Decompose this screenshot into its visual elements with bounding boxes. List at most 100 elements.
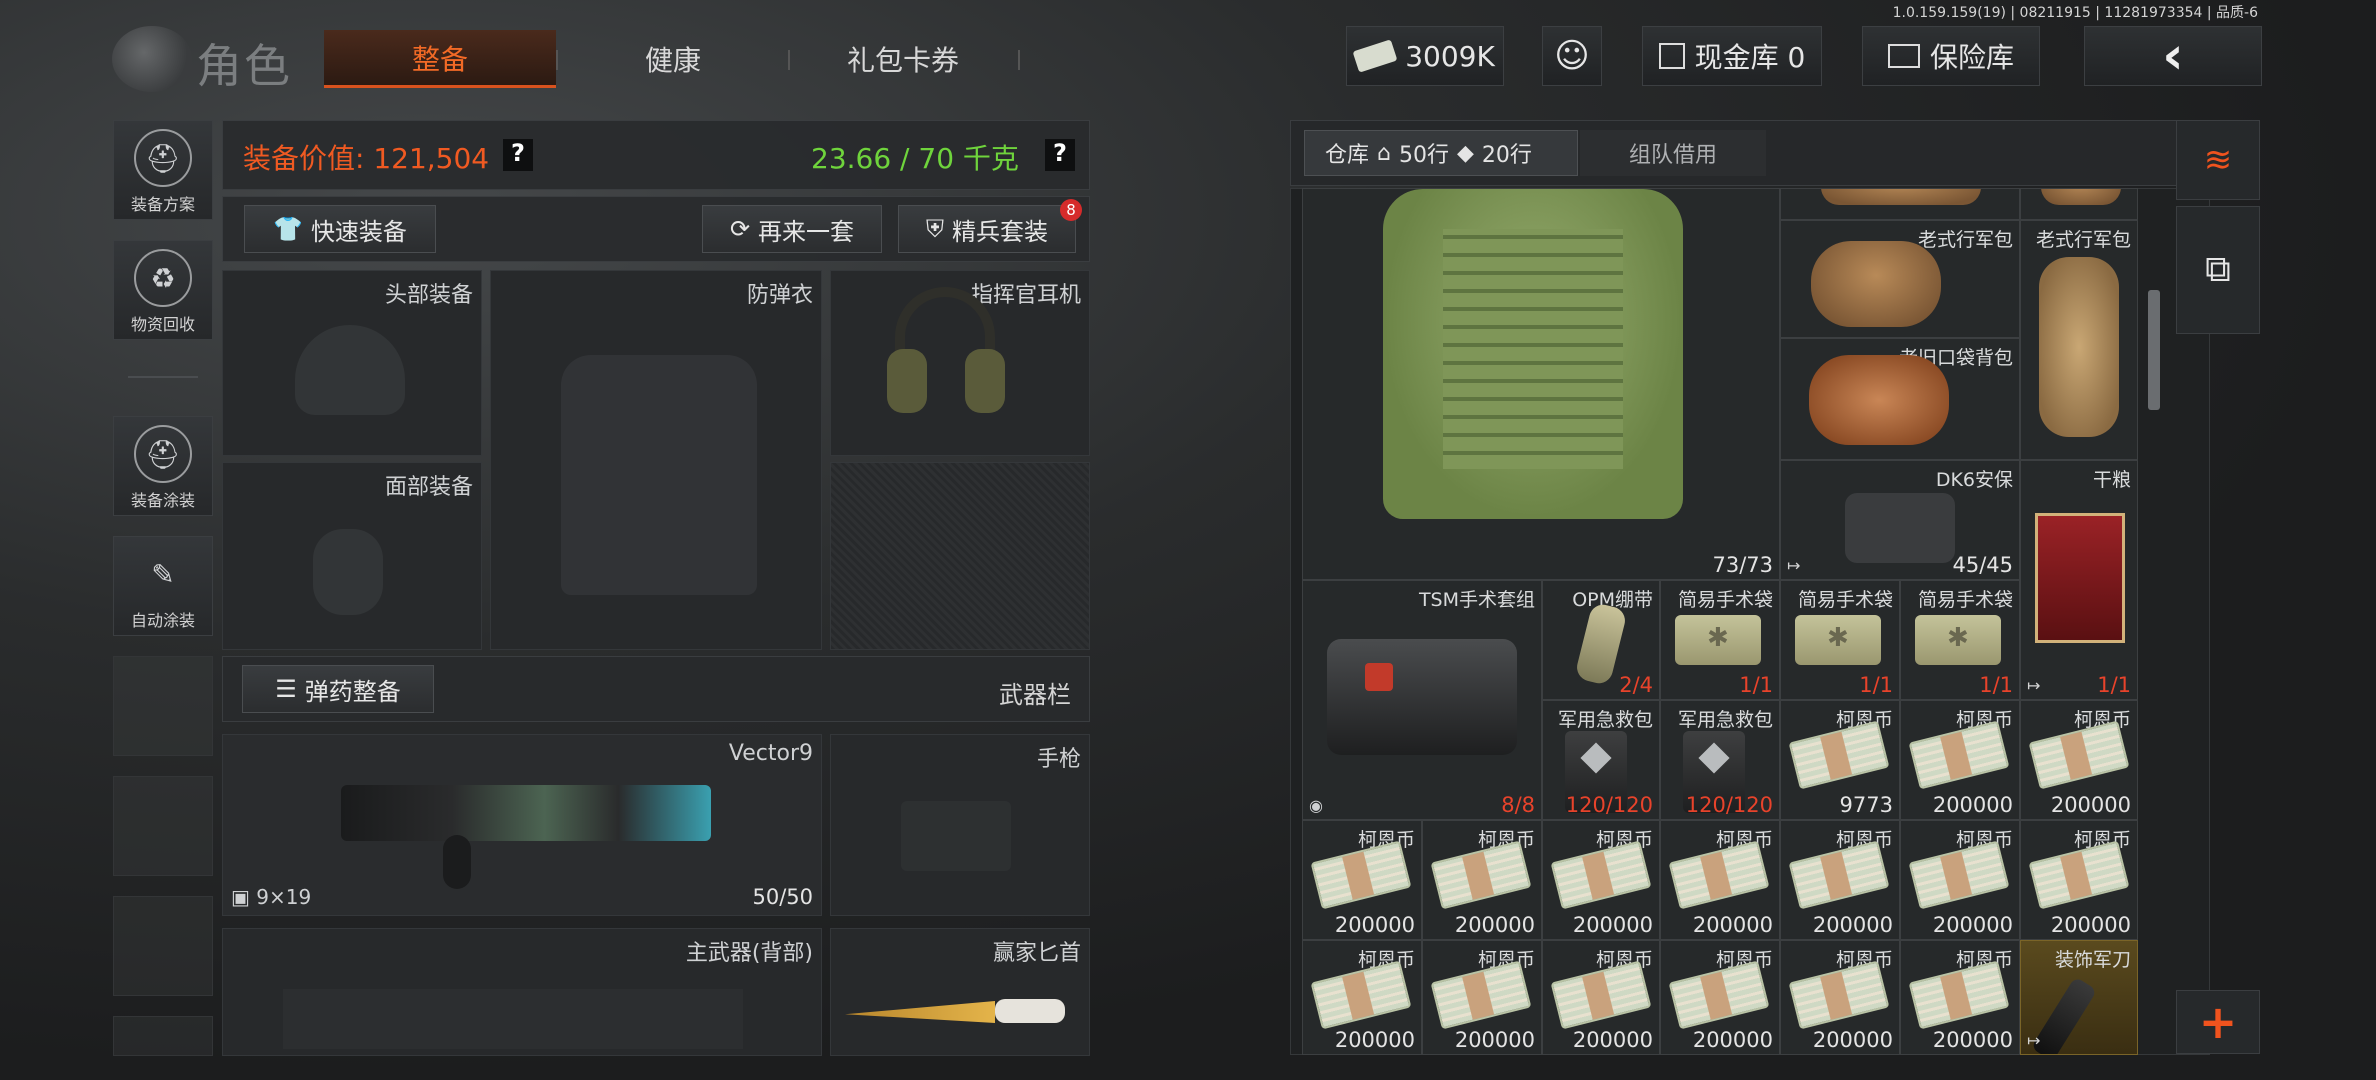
again-button[interactable]: ⟳ 再来一套: [702, 205, 882, 253]
shield-icon: ⛨: [926, 215, 944, 243]
tab-loadout[interactable]: 整备: [324, 30, 556, 88]
stash-scrollbar[interactable]: [2148, 290, 2160, 410]
elite-set-button[interactable]: ⛨ 精兵套装: [898, 205, 1076, 253]
tab-label: 健康: [644, 44, 701, 77]
slot-label: 指挥官耳机: [970, 283, 1081, 308]
helmet-paint-icon: ⛑: [134, 425, 192, 483]
quick-equip-button[interactable]: 👕 快速装备: [244, 205, 436, 253]
waist-pack-icon: [1845, 493, 1955, 563]
home-icon: ⌂: [1377, 140, 1391, 166]
stash-item-decor-knife[interactable]: 装饰军刀 ↦: [2020, 940, 2138, 1055]
stash-tab-team-borrow[interactable]: 组队借用: [1580, 130, 1766, 176]
rows-bag: 20行: [1481, 143, 1532, 168]
sidebar-empty-slot: [113, 656, 213, 756]
stash-item-coin[interactable]: 柯恩币 200000: [1302, 940, 1422, 1055]
coin-stack-icon: [1908, 960, 2010, 1030]
cash-vault-button[interactable]: 现金库 0: [1642, 26, 1822, 86]
stash-item-surgery-pouch[interactable]: 简易手术袋 1/1: [1660, 580, 1780, 700]
sidebar-item-loadout-plan[interactable]: ⛑ 装备方案: [113, 120, 213, 220]
add-stash-button[interactable]: +: [2176, 990, 2260, 1054]
drum-magazine-icon: [443, 835, 471, 889]
slot-armor[interactable]: 防弹衣: [490, 270, 822, 650]
tab-gift-cards[interactable]: 礼包卡券: [790, 30, 1016, 88]
item-count: 200000: [2050, 913, 2131, 937]
coin-stack-icon: [2028, 720, 2130, 790]
shield-small-icon: ◉: [1309, 796, 1323, 815]
slot-primary-weapon[interactable]: Vector9 ▣ 9×19 50/50: [222, 734, 822, 916]
stash-item-ration[interactable]: 干粮 ↦ 1/1: [2020, 460, 2138, 700]
stash-item-coin[interactable]: 柯恩币 200000: [2020, 700, 2138, 820]
stash-item-coin[interactable]: 柯恩币 200000: [1422, 940, 1542, 1055]
duffel-bag-icon: [1811, 241, 1941, 327]
stash-item-coin[interactable]: 柯恩币 200000: [1542, 940, 1660, 1055]
coin-stack-icon: [1908, 840, 2010, 910]
stash-item-bag[interactable]: 老式行军包: [1780, 220, 2020, 338]
mask-silhouette-icon: [313, 529, 383, 615]
stash-item-bag[interactable]: 老式行军包: [2020, 220, 2138, 460]
ammo-prep-label: 弹药整备: [304, 677, 401, 706]
slot-face[interactable]: 面部装备: [222, 462, 482, 650]
stash-item-armor[interactable]: 73/73: [1302, 188, 1780, 580]
tab-divider: [556, 50, 558, 70]
item-count: 200000: [1692, 1028, 1773, 1052]
stash-item-surgery-pouch[interactable]: 简易手术袋 1/1: [1780, 580, 1900, 700]
stash-item-coin[interactable]: 柯恩币 200000: [2020, 820, 2138, 940]
stash-item-first-aid[interactable]: 军用急救包 120/120: [1542, 700, 1660, 820]
ammo-count: 50/50: [752, 885, 813, 909]
stash-item-coin[interactable]: 柯恩币 200000: [1900, 820, 2020, 940]
stash-item-coin[interactable]: 柯恩币 200000: [1900, 700, 2020, 820]
slot-back-weapon[interactable]: 主武器(背部): [222, 928, 822, 1056]
item-count: 1/1: [1859, 673, 1893, 697]
item-count: 2/4: [1619, 673, 1653, 697]
stash-item-coin[interactable]: 柯恩币 200000: [1780, 820, 1900, 940]
stash-item-first-aid[interactable]: 军用急救包 120/120: [1660, 700, 1780, 820]
sidebar-item-recycle[interactable]: ♻ 物资回收: [113, 240, 213, 340]
agent-icon: ☺: [1554, 36, 1590, 76]
weight-help-button[interactable]: ?: [1045, 139, 1075, 171]
stash-item-opm-bandage[interactable]: OPM绷带 2/4: [1542, 580, 1660, 700]
stash-item-tsm-kit[interactable]: TSM手术套组 ◉ 8/8: [1302, 580, 1542, 820]
currency-display[interactable]: 3009K: [1346, 26, 1504, 86]
sidebar-item-skin[interactable]: ⛑ 装备涂装: [113, 416, 213, 516]
stash-item-bag[interactable]: 老旧口袋背包: [1780, 338, 2020, 460]
knife-blade-icon: [845, 1001, 995, 1023]
stash-item-coin[interactable]: 柯恩币 200000: [1422, 820, 1542, 940]
stash-item-coin[interactable]: 柯恩币 200000: [1660, 940, 1780, 1055]
coin-stack-icon: [1310, 960, 1412, 1030]
stash-item-coin[interactable]: 柯恩币 9773: [1780, 700, 1900, 820]
stash-transfer-button[interactable]: ⧉: [2176, 206, 2260, 334]
sidebar-item-auto-skin[interactable]: ✎ 自动涂装: [113, 536, 213, 636]
sort-stash-button[interactable]: ≋: [2176, 120, 2260, 200]
stash-item-coin[interactable]: 柯恩币 200000: [1542, 820, 1660, 940]
stash-item-partial[interactable]: [1780, 188, 2020, 220]
medical-cross-icon: [1365, 663, 1393, 691]
cash-icon: [1352, 39, 1398, 73]
stash-tab-warehouse[interactable]: 仓库 ⌂ 50行 ◆ 20行: [1304, 130, 1578, 176]
stash-item-dk6[interactable]: DK6安保 ↦ 45/45: [1780, 460, 2020, 580]
back-button[interactable]: ‹: [2084, 26, 2262, 86]
chevron-left-icon: ‹: [2162, 26, 2184, 86]
slot-headset[interactable]: 指挥官耳机: [830, 270, 1090, 456]
slot-pistol[interactable]: 手枪: [830, 734, 1090, 916]
item-count: 200000: [1454, 1028, 1535, 1052]
value-help-button[interactable]: ?: [503, 139, 533, 171]
stash-item-coin[interactable]: 柯恩币 200000: [1780, 940, 1900, 1055]
stash-item-coin[interactable]: 柯恩币 200000: [1660, 820, 1780, 940]
tab-health[interactable]: 健康: [560, 30, 786, 88]
slot-label: 头部装备: [384, 283, 473, 308]
stash-item-partial[interactable]: [2020, 188, 2138, 220]
item-count: 200000: [1692, 913, 1773, 937]
support-agent-button[interactable]: ☺: [1542, 26, 1602, 86]
stash-item-coin[interactable]: 柯恩币 200000: [1900, 940, 2020, 1055]
pouch-icon: [1915, 615, 2001, 665]
item-name: DK6安保: [1935, 469, 2013, 491]
item-count: 9773: [1839, 793, 1893, 817]
stash-item-surgery-pouch[interactable]: 简易手术袋 1/1: [1900, 580, 2020, 700]
slot-head[interactable]: 头部装备: [222, 270, 482, 456]
warehouse-label: 仓库: [1325, 143, 1370, 168]
layers-download-icon: ⧉: [2205, 249, 2231, 290]
stash-item-coin[interactable]: 柯恩币 200000: [1302, 820, 1422, 940]
slot-knife[interactable]: 赢家匕首: [830, 928, 1090, 1056]
ammo-prep-button[interactable]: ☰ 弹药整备: [242, 665, 434, 713]
safe-button[interactable]: 保险库: [1862, 26, 2040, 86]
